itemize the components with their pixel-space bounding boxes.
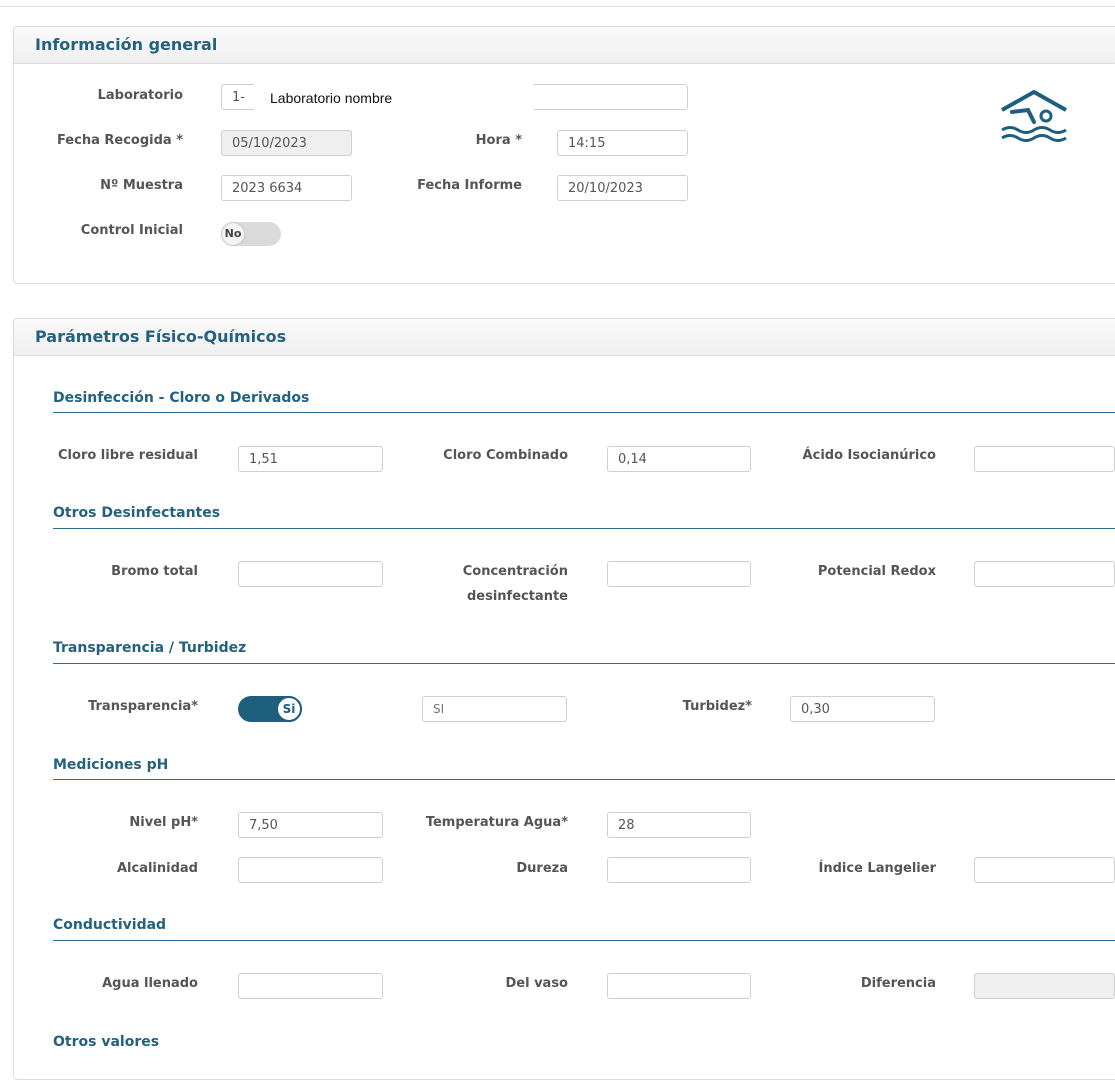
turbidez-input[interactable]: [790, 696, 935, 722]
agua-llenado-input[interactable]: [238, 973, 383, 999]
concentracion-label-line2: desinfectante: [466, 589, 568, 604]
hora-input[interactable]: [557, 130, 688, 156]
concentracion-input[interactable]: [607, 561, 751, 587]
bromo-total-input[interactable]: [238, 561, 383, 587]
cloro-combinado-label: Cloro Combinado: [443, 448, 568, 463]
muestra-input[interactable]: [221, 175, 352, 201]
transparencia-section-title: Transparencia / Turbidez: [53, 640, 247, 656]
temperatura-agua-input[interactable]: [607, 812, 751, 838]
diferencia-label: Diferencia: [860, 976, 936, 991]
otros-desinfectantes-divider: [53, 528, 1115, 529]
transparencia-divider: [53, 663, 1115, 664]
transparencia-label: Transparencia*: [88, 699, 198, 714]
potencial-redox-label: Potencial Redox: [817, 564, 936, 579]
turbidez-label: Turbidez*: [682, 699, 752, 714]
laboratorio-name: Laboratorio nombre: [254, 84, 534, 116]
nivel-ph-input[interactable]: [238, 812, 383, 838]
transparencia-input[interactable]: [422, 696, 567, 722]
fecha-recogida-input[interactable]: [221, 130, 352, 156]
physico-chemical-header: Parámetros Físico-Químicos: [14, 319, 1115, 356]
alcalinidad-input[interactable]: [238, 857, 383, 883]
fecha-informe-input[interactable]: [557, 175, 688, 201]
cloro-libre-input[interactable]: [238, 446, 383, 472]
control-inicial-label: Control Inicial: [80, 223, 183, 238]
concentracion-label-line1: Concentración: [462, 564, 568, 579]
indice-langelier-label: Índice Langelier: [818, 861, 936, 876]
control-inicial-toggle[interactable]: No: [221, 222, 281, 246]
agua-llenado-label: Agua llenado: [102, 976, 198, 991]
transparencia-toggle[interactable]: Si: [238, 696, 302, 722]
general-info-title: Información general: [35, 35, 218, 54]
transparencia-toggle-knob: Si: [276, 696, 302, 722]
temperatura-agua-label: Temperatura Agua*: [425, 815, 568, 830]
nivel-ph-label: Nivel pH*: [129, 815, 198, 830]
alcalinidad-label: Alcalinidad: [116, 861, 198, 876]
ph-divider: [53, 779, 1115, 780]
bromo-total-label: Bromo total: [111, 564, 198, 579]
swimming-pool-icon: [998, 88, 1070, 144]
diferencia-input: [974, 973, 1115, 999]
top-divider: [0, 6, 1115, 7]
conductividad-section-title: Conductividad: [53, 917, 167, 933]
del-vaso-input[interactable]: [607, 973, 751, 999]
acido-isocianurico-input[interactable]: [974, 446, 1115, 472]
fecha-informe-label: Fecha Informe: [417, 178, 522, 193]
conductividad-divider: [53, 940, 1115, 941]
cloro-combinado-input[interactable]: [607, 446, 751, 472]
otros-desinfectantes-section-title: Otros Desinfectantes: [53, 505, 221, 521]
desinfeccion-section-title: Desinfección - Cloro o Derivados: [53, 390, 310, 406]
hora-label: Hora *: [475, 133, 522, 148]
indice-langelier-input[interactable]: [974, 857, 1115, 883]
general-info-header: Información general: [14, 27, 1115, 64]
acido-isocianurico-label: Ácido Isocianúrico: [802, 448, 936, 463]
control-inicial-toggle-knob: No: [221, 222, 245, 246]
ph-section-title: Mediciones pH: [53, 757, 169, 773]
physico-chemical-title: Parámetros Físico-Químicos: [35, 327, 287, 346]
desinfeccion-divider: [53, 412, 1115, 413]
otros-valores-section-title: Otros valores: [53, 1034, 160, 1050]
potencial-redox-input[interactable]: [974, 561, 1115, 587]
dureza-label: Dureza: [516, 861, 568, 876]
dureza-input[interactable]: [607, 857, 751, 883]
laboratorio-label: Laboratorio: [97, 88, 183, 103]
fecha-recogida-label: Fecha Recogida *: [56, 133, 183, 148]
del-vaso-label: Del vaso: [505, 976, 568, 991]
cloro-libre-label: Cloro libre residual: [58, 448, 198, 463]
muestra-label: Nº Muestra: [100, 178, 183, 193]
